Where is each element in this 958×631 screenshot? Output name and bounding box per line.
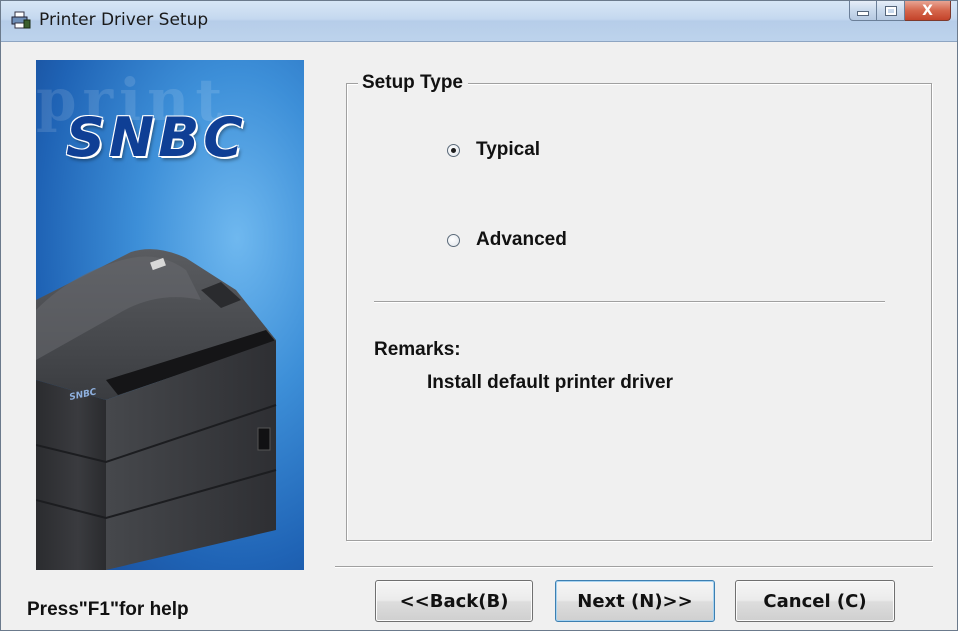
remarks-label: Remarks: — [374, 339, 461, 360]
cancel-button[interactable]: Cancel (C) — [735, 580, 895, 622]
printer-illustration: SNBC — [36, 249, 277, 570]
group-divider — [374, 301, 885, 303]
setup-type-legend: Setup Type — [358, 71, 468, 95]
radio-typical-label: Typical — [476, 139, 541, 160]
brand-logo: SNBC — [66, 106, 247, 169]
radio-checked-icon[interactable] — [447, 143, 460, 157]
maximize-button[interactable] — [877, 1, 905, 21]
back-button[interactable]: <<Back(B) — [375, 580, 533, 622]
title-bar[interactable]: Printer Driver Setup X — [1, 1, 957, 42]
minimize-button[interactable] — [849, 1, 877, 21]
setup-window: Printer Driver Setup X print SNBC SNBC S… — [0, 0, 958, 631]
minimize-icon — [857, 11, 869, 16]
close-button[interactable]: X — [905, 1, 951, 21]
footer-divider — [335, 566, 933, 568]
radio-advanced-label: Advanced — [476, 229, 567, 250]
banner-image: print SNBC SNBC — [36, 60, 304, 570]
maximize-icon — [885, 6, 896, 15]
printer-setup-icon — [11, 11, 31, 29]
close-icon: X — [922, 2, 933, 19]
caption-buttons: X — [849, 1, 951, 23]
next-button[interactable]: Next (N)>> — [555, 580, 715, 622]
radio-unchecked-icon[interactable] — [447, 233, 460, 247]
setup-type-group — [346, 83, 932, 541]
remarks-text: Install default printer driver — [427, 372, 673, 393]
radio-typical[interactable]: Typical — [447, 139, 540, 161]
radio-advanced[interactable]: Advanced — [447, 229, 567, 251]
help-hint: Press"F1"for help — [27, 599, 189, 620]
window-title: Printer Driver Setup — [39, 10, 209, 30]
